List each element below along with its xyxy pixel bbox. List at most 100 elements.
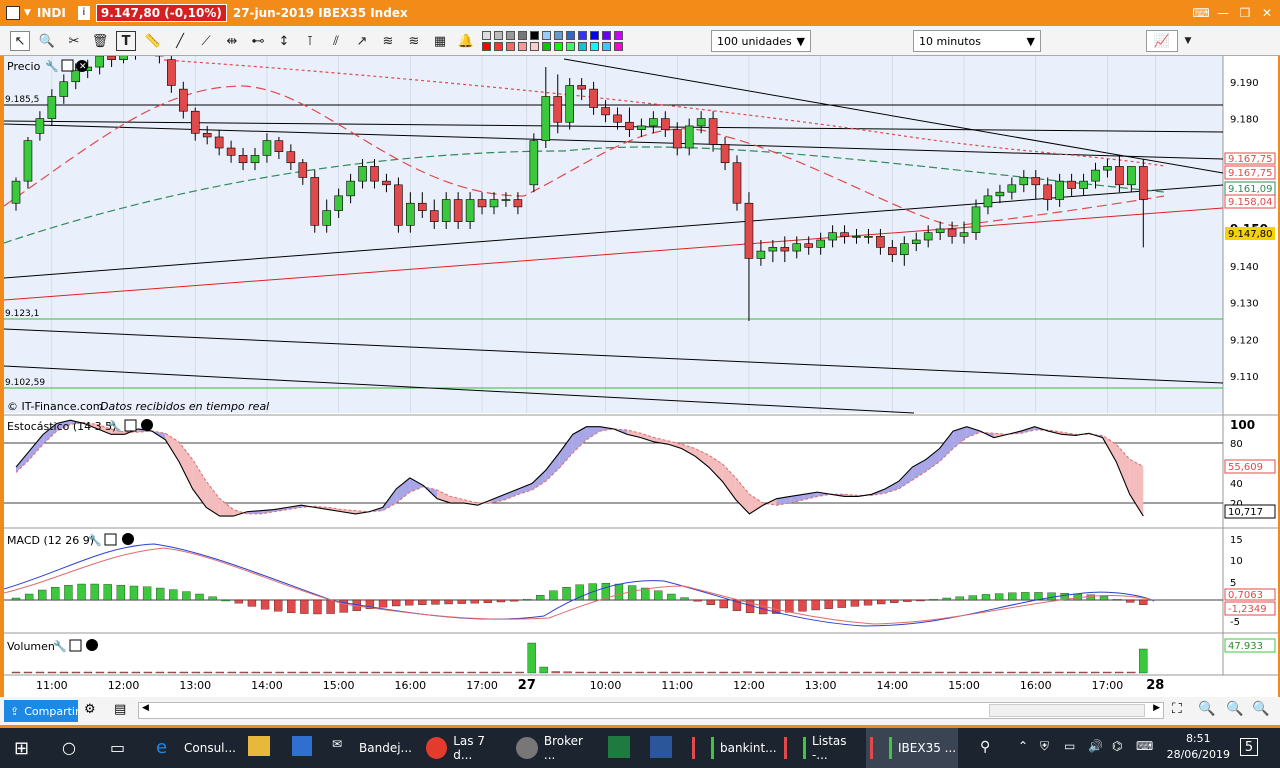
hline-tool-icon[interactable]: ⇹ — [222, 31, 242, 51]
taskbar-item-edge[interactable]: e Consul... — [152, 728, 242, 768]
alert-bell-icon[interactable]: 🔔 — [456, 31, 476, 51]
vline-tool-icon[interactable]: ↕ — [274, 31, 294, 51]
indicators-icon[interactable]: ⚙ — [84, 702, 96, 717]
layout-icon[interactable]: ▤ — [114, 702, 126, 717]
network-icon[interactable]: ⌬ — [1112, 739, 1122, 753]
close-panel-icon[interactable]: ✕ — [79, 62, 87, 72]
quantity-select[interactable]: 100 unidades ▼ — [711, 30, 811, 52]
app-icon[interactable] — [6, 6, 20, 20]
zoom-fit-icon[interactable]: ⛶ — [1172, 701, 1182, 717]
color-swatch[interactable] — [542, 31, 551, 40]
text-tool-icon[interactable]: T — [116, 31, 136, 51]
minimize-icon[interactable]: — — [1214, 5, 1232, 21]
ticker-label[interactable]: INDI — [37, 6, 66, 20]
chart-area[interactable]: Precio 🔧 ✕ © IT-Finance.com Datos recibi… — [3, 37, 1278, 697]
info-icon[interactable]: i — [77, 6, 90, 20]
scroll-left-icon[interactable]: ◀ — [142, 703, 149, 713]
restore-icon[interactable]: ❐ — [1236, 5, 1254, 21]
shield-icon[interactable]: ⛨ — [1040, 739, 1049, 754]
color-swatch[interactable] — [566, 31, 575, 40]
scroll-thumb[interactable] — [989, 704, 1145, 717]
maximize-panel-icon[interactable] — [61, 59, 74, 72]
color-swatch[interactable] — [590, 31, 599, 40]
share-button[interactable]: ⇪ Compartir — [4, 700, 79, 722]
time-axis[interactable]: 11:00 12:00 13:00 14:00 15:00 16:00 17:00 27 10:… — [36, 678, 1164, 693]
ray-tool-icon[interactable]: ⟋ — [196, 31, 216, 51]
interval-select[interactable]: 10 minutos ▼ — [913, 30, 1041, 52]
taskbar-item-ibex35[interactable]: IBEX35 ... — [866, 728, 958, 768]
color-swatch[interactable] — [518, 31, 527, 40]
excel-icon[interactable] — [608, 736, 630, 758]
color-swatch[interactable] — [530, 31, 539, 40]
color-swatch[interactable] — [530, 42, 539, 51]
store-icon[interactable] — [292, 736, 312, 756]
zoom-out-icon[interactable]: 🔍 — [1226, 701, 1243, 717]
vline2-tool-icon[interactable]: ⊺ — [300, 31, 320, 51]
color-swatch[interactable] — [542, 42, 551, 51]
scroll-right-icon[interactable]: ▶ — [1153, 703, 1160, 713]
task-view-icon[interactable]: ▭ — [110, 738, 125, 757]
color-swatch[interactable] — [494, 42, 503, 51]
pattern-tool-icon[interactable]: ▦ — [430, 31, 450, 51]
battery-icon[interactable]: ▭ — [1064, 739, 1075, 753]
color-swatch[interactable] — [554, 31, 563, 40]
windows-start-icon[interactable]: ⊞ — [14, 738, 29, 759]
volume-icon[interactable]: 🔊 — [1088, 739, 1103, 753]
maximize-panel-icon[interactable] — [69, 639, 82, 652]
color-swatch[interactable] — [506, 42, 515, 51]
channel-tool-icon[interactable]: ⫽ — [326, 31, 346, 51]
taskbar-item-mail[interactable]: ✉ Bandej... — [328, 728, 412, 768]
line-tool-icon[interactable]: ╱ — [170, 31, 190, 51]
chevron-down-icon[interactable]: ▼ — [1178, 31, 1198, 51]
close-icon[interactable]: ✕ — [1258, 5, 1276, 21]
cursor-icon[interactable]: ↖ — [10, 31, 30, 51]
wrench-icon[interactable]: 🔧 — [45, 59, 59, 73]
chart-type-icon[interactable]: 📈 — [1146, 30, 1178, 52]
keyboard-icon[interactable]: ⌨ — [1192, 5, 1210, 21]
maximize-panel-icon[interactable] — [124, 419, 137, 432]
trash-icon[interactable]: 🗑 — [90, 31, 110, 51]
fibo-tool-icon[interactable]: ≋ — [378, 31, 398, 51]
horizontal-scrollbar[interactable]: ◀ ▶ — [138, 702, 1164, 719]
chevron-down-icon[interactable]: ▼ — [24, 8, 31, 18]
color-swatch[interactable] — [602, 42, 611, 51]
wrench-icon[interactable]: 🔧 — [108, 419, 122, 433]
color-swatch[interactable] — [614, 42, 623, 51]
arrow-tool-icon[interactable]: ↗ — [352, 31, 372, 51]
color-swatch[interactable] — [578, 42, 587, 51]
word-icon[interactable] — [650, 736, 672, 758]
color-swatch[interactable] — [494, 31, 503, 40]
zoom-in-icon[interactable]: 🔍 — [1252, 701, 1269, 717]
ruler-icon[interactable]: 📏 — [143, 31, 163, 51]
wrench-icon[interactable]: 🔧 — [88, 533, 102, 547]
close-panel-icon[interactable] — [122, 533, 134, 545]
color-swatch[interactable] — [482, 31, 491, 40]
clock[interactable]: 8:51 28/06/2019 — [1167, 731, 1230, 763]
close-panel-icon[interactable] — [141, 419, 153, 431]
taskbar-item-broker[interactable]: Broker ... — [512, 728, 598, 768]
folder-icon[interactable] — [248, 736, 270, 756]
people-icon[interactable]: ⚲ — [980, 739, 990, 755]
zoom-range-icon[interactable]: 🔍 — [1198, 701, 1215, 717]
search-icon[interactable]: ○ — [62, 738, 76, 757]
taskbar-item-chrome[interactable]: Las 7 d... — [422, 728, 506, 768]
color-swatch[interactable] — [506, 31, 515, 40]
tools-icon[interactable]: ✂ — [64, 31, 84, 51]
chevron-up-icon[interactable]: ⌃ — [1018, 739, 1028, 753]
color-swatch[interactable] — [518, 42, 527, 51]
color-swatch[interactable] — [566, 42, 575, 51]
maximize-panel-icon[interactable] — [104, 533, 117, 546]
color-swatch[interactable] — [590, 42, 599, 51]
taskbar-item-bankinter[interactable]: bankint... — [688, 728, 778, 768]
color-swatch[interactable] — [482, 42, 491, 51]
notifications-icon[interactable]: 5 — [1240, 738, 1258, 756]
zoom-icon[interactable]: 🔍 — [37, 31, 57, 51]
taskbar-item-listas[interactable]: Listas -... — [780, 728, 866, 768]
color-swatch[interactable] — [602, 31, 611, 40]
color-swatch[interactable] — [614, 31, 623, 40]
chart-svg[interactable]: Precio 🔧 ✕ © IT-Finance.com Datos recibi… — [3, 37, 1278, 697]
color-swatch[interactable] — [554, 42, 563, 51]
keyboard-icon[interactable]: ⌨ — [1136, 739, 1153, 753]
close-panel-icon[interactable] — [86, 639, 98, 651]
fibo2-tool-icon[interactable]: ≋ — [404, 31, 424, 51]
